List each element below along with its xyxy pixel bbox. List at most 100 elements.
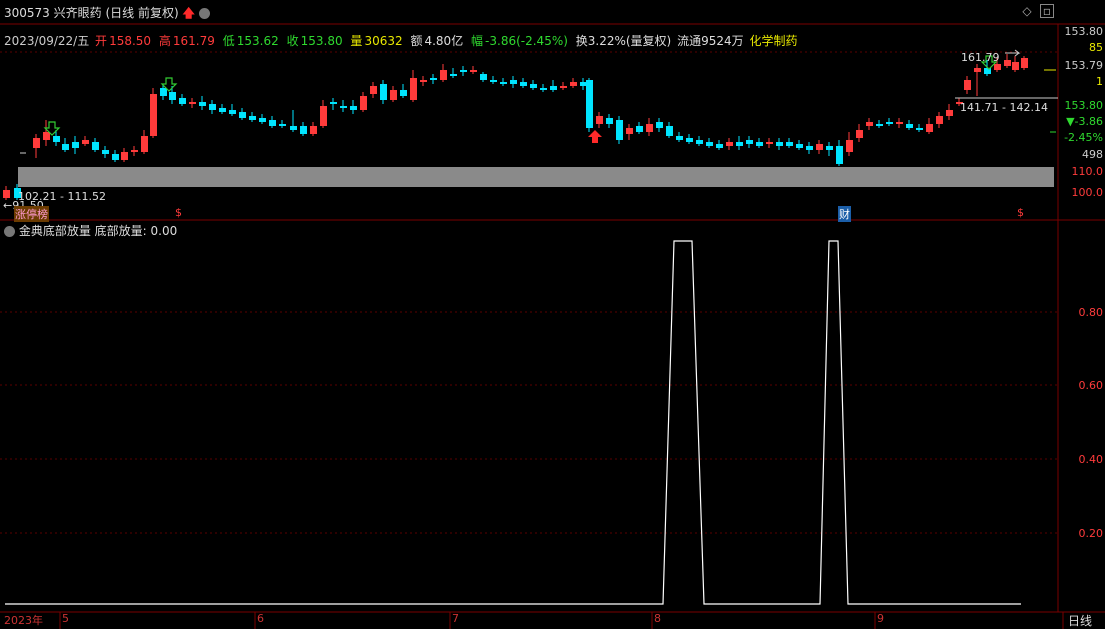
axis-label: 0.40	[1078, 453, 1104, 466]
candle-body	[53, 136, 60, 142]
candle-body	[686, 138, 693, 142]
candle-body	[964, 80, 971, 90]
candle-body	[786, 142, 793, 146]
indicator-menu-icon[interactable]	[4, 226, 15, 237]
candle-body	[390, 90, 397, 100]
candle-body	[510, 80, 517, 84]
axis-label: 85	[1089, 41, 1103, 54]
axis-label: 0.60	[1078, 379, 1104, 392]
candle-body	[500, 82, 507, 84]
candle-body	[92, 142, 99, 150]
candle-body	[179, 98, 186, 104]
candle-body	[946, 110, 953, 116]
candle-body	[550, 86, 557, 90]
candle-body	[360, 96, 367, 110]
candle-body	[896, 122, 903, 124]
buy-arrow-icon	[43, 55, 998, 136]
candle-body	[1012, 62, 1019, 70]
candle-body	[189, 102, 196, 104]
candle-body	[560, 86, 567, 88]
limit-up-list-tag[interactable]: 涨停榜	[14, 206, 49, 222]
candle-body	[131, 150, 138, 152]
candle-body	[984, 68, 991, 74]
candle-body	[974, 68, 981, 72]
candle-body	[616, 120, 623, 140]
candle-body	[259, 118, 266, 122]
price-axis: 153.80 85 153.79 1 153.80 ▼-3.86 -2.45% …	[1058, 24, 1105, 220]
candle-body	[370, 86, 377, 94]
candle-body	[1004, 60, 1011, 66]
candle-body	[596, 116, 603, 124]
candle-body	[239, 112, 246, 118]
candle-body	[43, 132, 50, 140]
candle-body	[706, 142, 713, 146]
high-marker: 161.79	[961, 51, 1000, 64]
indicator-name[interactable]: 金典底部放量	[19, 224, 91, 238]
range-label-right: 141.71 - 142.14	[960, 101, 1048, 114]
candle-body	[906, 124, 913, 128]
axis-label: ▼-3.86	[1066, 115, 1103, 128]
candle-body	[796, 144, 803, 148]
candle-body	[279, 124, 286, 126]
candle-body	[530, 84, 537, 88]
candle-body	[636, 126, 643, 132]
candle-body	[400, 90, 407, 96]
event-dollar-tag[interactable]: $	[175, 206, 182, 219]
candle-body	[340, 106, 347, 108]
candle-body	[380, 84, 387, 100]
axis-label: 498	[1082, 148, 1103, 161]
bottom-volume-line	[5, 240, 1021, 605]
x-axis-label: 6	[257, 612, 264, 625]
axis-label: 100.0	[1071, 186, 1104, 199]
candle-body	[856, 130, 863, 138]
candle-body	[756, 142, 763, 146]
candle-body	[726, 142, 733, 146]
candle-body	[736, 142, 743, 146]
candle-body	[540, 88, 547, 90]
candle-body	[62, 144, 69, 150]
candle-body	[866, 122, 873, 126]
candle-body	[470, 70, 477, 72]
candle-body	[141, 136, 148, 152]
candle-body	[229, 110, 236, 114]
candle-body	[826, 146, 833, 150]
candle-body	[646, 124, 653, 132]
candle-body	[150, 94, 157, 136]
candle-body	[219, 108, 226, 112]
candle-body	[440, 70, 447, 80]
candle-body	[994, 64, 1001, 70]
axis-label: 110.0	[1071, 165, 1104, 178]
candle-body	[290, 126, 297, 130]
finance-tag[interactable]: 财	[838, 206, 851, 222]
candle-body	[460, 70, 467, 72]
candle-body	[716, 144, 723, 148]
period-tab-daily[interactable]: 日线	[1068, 612, 1092, 629]
indicator-value: 底部放量: 0.00	[94, 224, 178, 238]
candle-body	[410, 78, 417, 100]
x-axis-label: 2023年	[4, 614, 43, 627]
candle-body	[320, 106, 327, 126]
axis-label: 153.79	[1064, 59, 1104, 72]
kline-chart[interactable]	[0, 0, 1105, 629]
candle-body	[936, 116, 943, 124]
candle-body	[846, 140, 853, 152]
candle-body	[746, 140, 753, 144]
candle-body	[520, 82, 527, 86]
axis-label: -2.45%	[1064, 131, 1103, 144]
candle-body	[490, 80, 497, 82]
candle-body	[656, 122, 663, 128]
x-axis-label: 7	[452, 612, 459, 625]
candle-body	[300, 126, 307, 134]
axis-label: 0.80	[1078, 306, 1104, 319]
candle-body	[430, 78, 437, 80]
candle-body	[249, 116, 256, 120]
candle-body	[626, 128, 633, 134]
candle-body	[586, 80, 593, 128]
event-dollar-tag[interactable]: $	[1017, 206, 1024, 219]
candle-body	[209, 104, 216, 110]
candle-body	[199, 102, 206, 106]
candle-body	[696, 140, 703, 144]
candle-body	[420, 80, 427, 82]
axis-label: 153.80	[1064, 99, 1104, 112]
candle-body	[816, 144, 823, 150]
